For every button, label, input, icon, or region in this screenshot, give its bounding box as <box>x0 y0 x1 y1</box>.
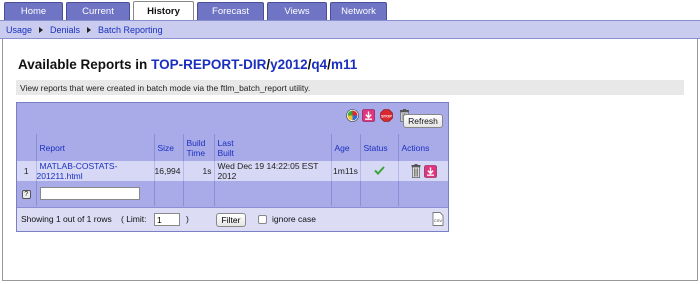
tab-home[interactable]: Home <box>4 2 63 20</box>
page-title: Available Reports in TOP-REPORT-DIR/y201… <box>18 57 357 72</box>
top-tab-bar: Home Current History Forecast Views Netw… <box>0 0 700 20</box>
path-year-link[interactable]: y2012 <box>270 57 308 72</box>
filter-cell <box>153 181 183 206</box>
info-bar: View reports that were created in batch … <box>16 80 684 95</box>
path-root-link[interactable]: TOP-REPORT-DIR <box>151 57 266 72</box>
ignore-case-label: ignore case <box>272 214 316 224</box>
status-column-header[interactable]: Status <box>359 134 398 161</box>
report-cell: MATLAB-COSTATS-201211.html <box>35 161 154 181</box>
svg-text:CSV: CSV <box>434 218 443 223</box>
check-icon <box>373 165 385 175</box>
rotate-icon[interactable] <box>346 109 359 122</box>
last-built-cell: Wed Dec 19 14:22:05 EST 2012 <box>213 161 331 181</box>
breadcrumb-separator-icon <box>87 26 92 33</box>
breadcrumb-separator-icon <box>39 26 44 33</box>
svg-text:STOP: STOP <box>381 113 392 118</box>
filter-button[interactable]: Filter <box>216 213 246 227</box>
breadcrumb: Usage Denials Batch Reporting <box>0 20 700 39</box>
report-filter-input[interactable] <box>39 187 140 200</box>
path-month-link[interactable]: m11 <box>331 57 357 72</box>
reports-table: Report Size Build Time Last Built Age Stat… <box>17 134 448 206</box>
filter-cell <box>182 181 214 206</box>
filter-cell <box>213 181 331 206</box>
download-icon[interactable] <box>362 109 375 122</box>
limit-input[interactable] <box>154 213 180 226</box>
table-footer: Showing 1 out of 1 rows ( Limit: ) Filte… <box>17 207 448 231</box>
stop-icon[interactable]: STOP <box>380 109 393 122</box>
age-column-header[interactable]: Age <box>330 134 360 161</box>
info-text: View reports that were created in batch … <box>20 82 311 93</box>
breadcrumb-batch-reporting[interactable]: Batch Reporting <box>98 25 163 35</box>
size-column-header[interactable]: Size <box>153 134 183 161</box>
filter-cell <box>359 181 398 206</box>
tab-forecast[interactable]: Forecast <box>197 2 264 20</box>
size-cell: 16,994 <box>153 161 183 181</box>
filter-cell <box>397 181 448 206</box>
panel-toolbar: STOP Refresh <box>17 103 448 134</box>
csv-export-icon[interactable]: CSV <box>432 212 444 226</box>
ignore-case-checkbox[interactable] <box>258 215 267 224</box>
last-built-column-header[interactable]: Last Built <box>213 134 331 161</box>
tab-current[interactable]: Current <box>66 2 130 20</box>
table-row: 1 MATLAB-COSTATS-201211.html 16,994 1s W… <box>17 161 448 181</box>
breadcrumb-denials[interactable]: Denials <box>50 25 80 35</box>
table-header-row: Report Size Build Time Last Built Age Stat… <box>17 134 448 161</box>
index-header <box>17 134 36 161</box>
breadcrumb-usage[interactable]: Usage <box>6 25 32 35</box>
reports-panel: STOP Refresh Report Size Build Time Last… <box>16 102 449 232</box>
age-cell: 1m11s <box>330 161 360 181</box>
report-column-header[interactable]: Report <box>35 134 154 161</box>
tab-views[interactable]: Views <box>267 2 327 20</box>
filter-cell <box>330 181 360 206</box>
help-icon[interactable]: ? <box>21 190 31 199</box>
row-index: 1 <box>17 161 36 181</box>
report-filter-cell <box>35 181 154 206</box>
limit-label: ( Limit: <box>121 214 147 224</box>
build-time-column-header[interactable]: Build Time <box>182 134 214 161</box>
download-icon[interactable] <box>424 164 437 178</box>
tab-history[interactable]: History <box>133 1 194 20</box>
title-prefix: Available Reports in <box>18 57 148 72</box>
filter-help-cell: ? <box>17 181 36 206</box>
report-link[interactable]: MATLAB-COSTATS-201211.html <box>37 161 118 181</box>
actions-column-header: Actions <box>397 134 448 161</box>
limit-close: ) <box>186 214 189 224</box>
tab-network[interactable]: Network <box>330 2 387 20</box>
build-time-cell: 1s <box>182 161 214 181</box>
actions-cell <box>397 161 448 181</box>
filter-row: ? <box>17 181 448 206</box>
trash-icon[interactable] <box>410 164 422 178</box>
path-quarter-link[interactable]: q4 <box>311 57 327 72</box>
row-count-text: Showing 1 out of 1 rows <box>21 214 112 224</box>
status-cell <box>359 161 398 181</box>
refresh-button[interactable]: Refresh <box>403 114 443 128</box>
